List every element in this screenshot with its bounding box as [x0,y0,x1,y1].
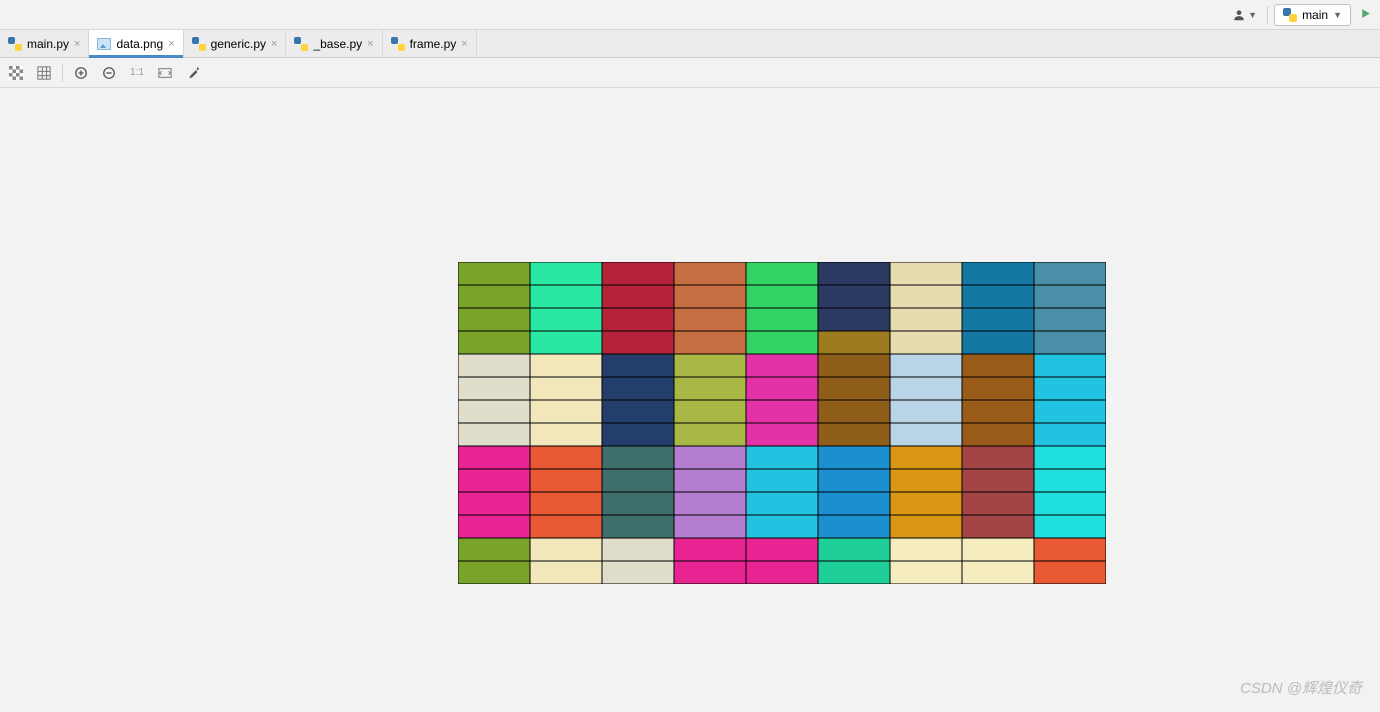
toolbar-separator [62,64,63,82]
editor-tabs: main.py×data.png×generic.py×_base.py×fra… [0,30,1380,58]
zoom-out-button[interactable] [99,63,119,83]
chevron-down-icon: ▼ [1333,10,1342,20]
run-configuration-selector[interactable]: main ▼ [1274,4,1351,26]
tab-frame-py[interactable]: frame.py × [383,30,477,57]
chevron-down-icon: ▼ [1248,10,1257,20]
user-menu-button[interactable]: ▼ [1228,6,1261,24]
fit-icon [158,66,172,80]
tab-label: data.png [116,37,163,51]
tab-label: frame.py [410,37,457,51]
python-file-icon [192,37,206,51]
python-icon [1283,8,1297,22]
close-icon[interactable]: × [367,38,373,50]
color-picker-button[interactable] [183,63,203,83]
python-file-icon [294,37,308,51]
image-viewer-toolbar: 1:1 [0,58,1380,88]
chessboard-icon [9,66,23,80]
run-config-label: main [1302,8,1328,22]
run-button[interactable] [1357,7,1374,23]
tab-label: generic.py [211,37,266,51]
heatmap-image [458,262,1106,584]
play-icon [1359,7,1372,20]
close-icon[interactable]: × [168,38,174,50]
image-file-icon [97,38,111,50]
actual-size-button[interactable]: 1:1 [127,63,147,83]
tab-label: main.py [27,37,69,51]
zoom-in-button[interactable] [71,63,91,83]
eyedropper-icon [186,66,200,80]
python-file-icon [391,37,405,51]
python-file-icon [8,37,22,51]
grid-button[interactable] [34,63,54,83]
watermark-text: CSDN @辉煌仪奇 [1240,677,1362,698]
tab-generic-py[interactable]: generic.py × [184,30,287,57]
toolbar-divider [1267,6,1268,24]
plus-icon [74,66,88,80]
user-icon [1232,8,1246,22]
close-icon[interactable]: × [461,38,467,50]
tab-main-py[interactable]: main.py × [0,30,89,57]
fit-button[interactable] [155,63,175,83]
tab-_base-py[interactable]: _base.py × [286,30,382,57]
tab-data-png[interactable]: data.png × [89,30,183,57]
tab-label: _base.py [313,37,362,51]
chessboard-button[interactable] [6,63,26,83]
grid-icon [37,66,51,80]
minus-icon [102,66,116,80]
close-icon[interactable]: × [271,38,277,50]
close-icon[interactable]: × [74,38,80,50]
image-canvas[interactable] [0,88,1380,712]
main-toolbar: ▼ main ▼ [0,0,1380,30]
